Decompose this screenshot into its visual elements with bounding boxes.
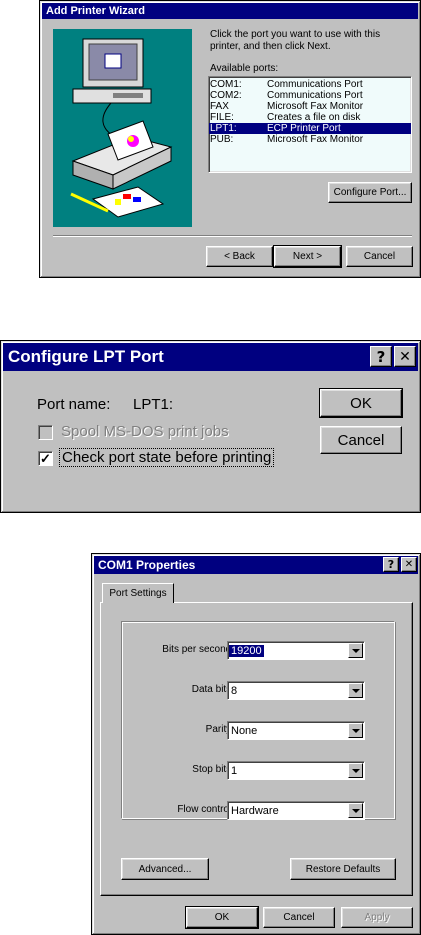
port-list-item[interactable]: COM1: Communications Port — [209, 79, 411, 90]
lpt-ok-button[interactable]: OK — [319, 388, 403, 418]
close-icon: ✕ — [399, 348, 411, 365]
port-settings-panel: Bits per second: 19200 Data bits: 8 Parity: N… — [100, 602, 413, 896]
port-list-item[interactable]: PUB: Microsoft Fax Monitor — [209, 134, 411, 145]
help-button[interactable]: ? — [370, 346, 392, 367]
dropdown-arrow-icon[interactable] — [348, 643, 363, 658]
port-name: LPT1: — [210, 123, 237, 134]
close-button[interactable]: ✕ — [394, 346, 416, 367]
port-list-item[interactable]: FILE: Creates a file on disk — [209, 112, 411, 123]
checkmark-icon: ✓ — [40, 451, 51, 466]
dropdown-arrow-icon[interactable] — [348, 803, 363, 818]
stop-bits-value: 1 — [231, 765, 238, 777]
wizard-illustration — [53, 29, 192, 227]
port-description: Microsoft Fax Monitor — [267, 134, 364, 145]
ports-listbox[interactable]: COM1: Communications Port COM2: Communicati… — [208, 76, 412, 173]
port-name: COM1: — [210, 79, 242, 90]
port-description: Communications Port — [267, 79, 363, 90]
wizard-title-bar[interactable]: Add Printer Wizard — [42, 3, 418, 19]
printer-illustration-icon — [70, 38, 173, 218]
data-bits-value: 8 — [231, 685, 238, 697]
port-name: FILE: — [210, 112, 234, 123]
advanced-button[interactable]: Advanced... — [121, 858, 209, 880]
parity-value: None — [231, 725, 258, 737]
bits-per-second-value: 19200 — [229, 645, 264, 657]
check-port-state-checkbox[interactable]: ✓ — [38, 451, 53, 466]
dropdown-arrow-icon[interactable] — [348, 723, 363, 738]
port-list-item[interactable]: FAX Microsoft Fax Monitor — [209, 101, 411, 112]
com1-properties-window: COM1 Properties ? ✕ Port Settings Bits p… — [91, 553, 421, 935]
port-description: Microsoft Fax Monitor — [267, 101, 364, 112]
spool-label: Spool MS-DOS print jobs — [61, 423, 229, 440]
wizard-separator — [53, 235, 412, 237]
restore-defaults-button[interactable]: Restore Defaults — [290, 858, 396, 880]
available-ports-label: Available ports: — [210, 63, 279, 74]
com1-close-button[interactable]: ✕ — [401, 557, 417, 572]
data-bits-select[interactable]: 8 — [227, 681, 365, 700]
check-port-state-label: Check port state before printing — [59, 448, 275, 467]
wizard-instruction: Click the port you want to use with this… — [210, 29, 381, 52]
flow-control-select[interactable]: Hardware — [227, 801, 365, 820]
wizard-title: Add Printer Wizard — [46, 5, 145, 17]
next-button[interactable]: Next > — [273, 245, 342, 268]
help-icon: ? — [376, 347, 386, 366]
ports-list: COM1: Communications Port COM2: Communicati… — [209, 79, 411, 145]
port-description: Communications Port — [267, 90, 363, 101]
port-name: FAX — [210, 101, 229, 112]
spool-checkbox[interactable] — [38, 425, 53, 440]
back-button[interactable]: < Back — [206, 246, 273, 267]
bits-per-second-select[interactable]: 19200 — [227, 641, 365, 660]
com1-cancel-button[interactable]: Cancel — [263, 907, 335, 928]
bits-per-second-label: Bits per second: — [162, 644, 234, 655]
com1-title-bar[interactable]: COM1 Properties ? ✕ — [94, 556, 418, 574]
lpt-cancel-button[interactable]: Cancel — [320, 426, 402, 454]
port-name: COM2: — [210, 90, 242, 101]
port-description: ECP Printer Port — [267, 123, 341, 134]
lpt-title: Configure LPT Port — [8, 347, 164, 366]
close-icon: ✕ — [404, 559, 414, 570]
add-printer-wizard-window: Add Printer Wizard Click the port you wa… — [39, 0, 421, 278]
help-icon: ? — [387, 558, 395, 571]
configure-port-button[interactable]: Configure Port... — [328, 182, 412, 203]
wizard-cancel-button[interactable]: Cancel — [346, 246, 413, 267]
dropdown-arrow-icon[interactable] — [348, 683, 363, 698]
port-name-value: LPT1: — [133, 396, 174, 413]
tab-port-settings[interactable]: Port Settings — [102, 583, 174, 603]
flow-control-label: Flow control: — [177, 804, 234, 815]
flow-control-value: Hardware — [231, 805, 279, 817]
dropdown-arrow-icon[interactable] — [348, 763, 363, 778]
com1-apply-button[interactable]: Apply — [341, 907, 413, 928]
com1-help-button[interactable]: ? — [383, 557, 399, 572]
port-list-item[interactable]: COM2: Communications Port — [209, 90, 411, 101]
com1-ok-button[interactable]: OK — [185, 906, 259, 929]
com1-title: COM1 Properties — [98, 558, 196, 572]
port-description: Creates a file on disk — [267, 112, 361, 123]
stop-bits-select[interactable]: 1 — [227, 761, 365, 780]
port-list-item[interactable]: LPT1: ECP Printer Port — [209, 123, 411, 134]
configure-lpt-port-window: Configure LPT Port ? ✕ Port name: LPT1: … — [0, 340, 421, 513]
lpt-title-bar[interactable]: Configure LPT Port ? ✕ — [3, 343, 418, 371]
parity-select[interactable]: None — [227, 721, 365, 740]
port-name: PUB: — [210, 134, 234, 145]
port-name-label: Port name: — [37, 396, 111, 413]
